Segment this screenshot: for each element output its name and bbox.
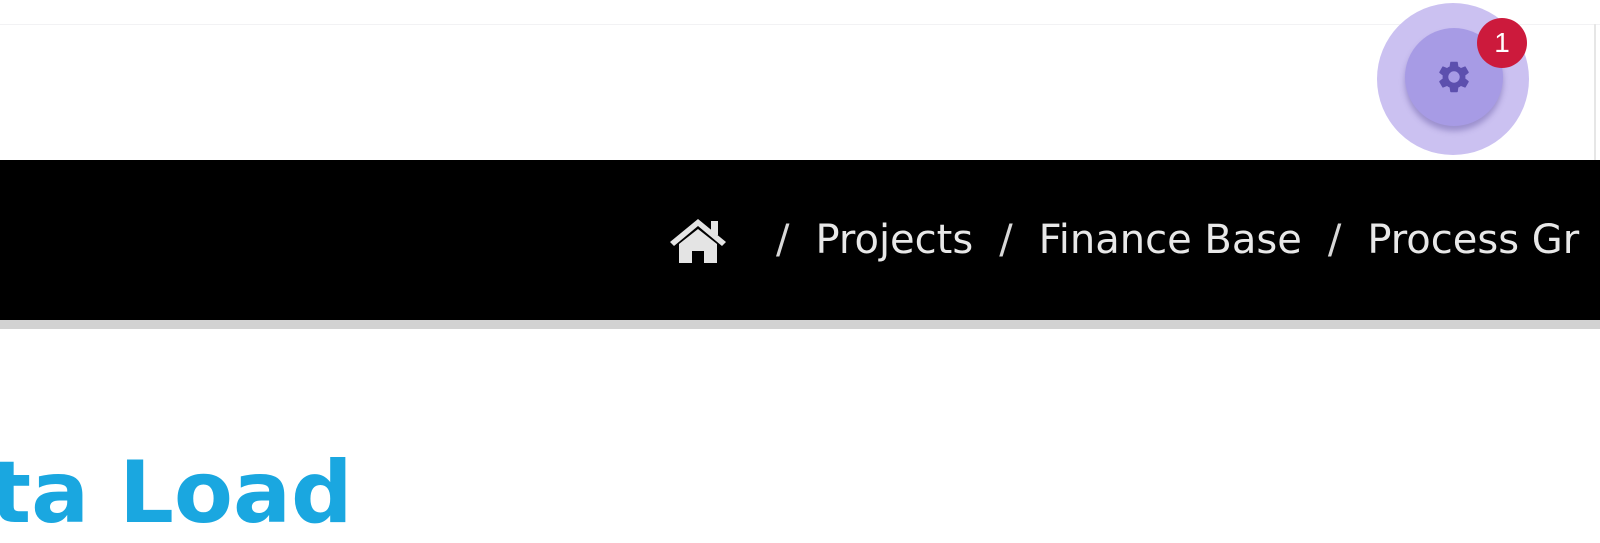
breadcrumb-separator: / [1327,217,1342,263]
breadcrumb: / Projects / Finance Base / Process Gr [668,160,1579,320]
header-divider [1594,24,1596,160]
gear-icon [1439,61,1469,93]
breadcrumb-bar: / Projects / Finance Base / Process Gr [0,160,1600,329]
notification-badge: 1 [1477,18,1527,68]
page-title: ta Load [0,442,353,543]
breadcrumb-item-projects[interactable]: Projects [815,217,973,263]
app-header [0,24,1600,161]
breadcrumb-item-process-group[interactable]: Process Gr [1367,217,1579,263]
breadcrumb-item-finance-base[interactable]: Finance Base [1039,217,1302,263]
breadcrumb-separator: / [999,217,1013,263]
breadcrumb-separator: / [776,217,790,263]
home-icon[interactable] [668,216,728,264]
top-strip [0,0,1600,24]
